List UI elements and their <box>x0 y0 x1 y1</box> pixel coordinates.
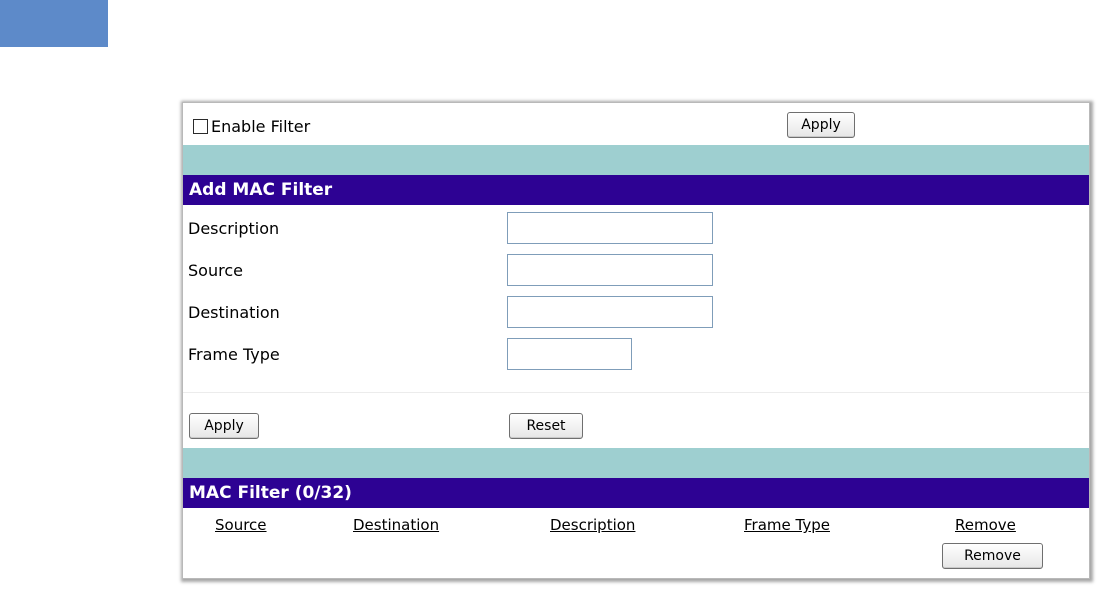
add-apply-button[interactable]: Apply <box>189 413 259 439</box>
column-description[interactable]: Description <box>550 516 635 534</box>
mac-filter-panel: Enable Filter Apply Add MAC Filter Descr… <box>182 102 1090 579</box>
enable-apply-button[interactable]: Apply <box>787 112 855 138</box>
column-source[interactable]: Source <box>215 516 267 534</box>
mac-filter-list-header: MAC Filter (0/32) <box>183 478 1089 508</box>
column-destination[interactable]: Destination <box>353 516 439 534</box>
source-label: Source <box>188 261 243 280</box>
separator-bar <box>183 145 1089 175</box>
frame-type-label: Frame Type <box>188 345 280 364</box>
destination-label: Destination <box>188 303 280 322</box>
enable-filter-label: Enable Filter <box>211 117 311 136</box>
enable-filter-row: Enable Filter Apply <box>183 103 1089 145</box>
remove-button[interactable]: Remove <box>942 543 1043 569</box>
enable-filter-checkbox[interactable] <box>193 119 208 134</box>
source-input[interactable] <box>507 254 713 286</box>
corner-tab <box>0 0 108 47</box>
add-mac-filter-header: Add MAC Filter <box>183 175 1089 205</box>
separator-bar-2 <box>183 448 1089 478</box>
description-label: Description <box>188 219 280 238</box>
reset-button[interactable]: Reset <box>509 413 583 439</box>
column-frame-type[interactable]: Frame Type <box>744 516 830 534</box>
column-remove[interactable]: Remove <box>955 516 1016 534</box>
frame-type-input[interactable] <box>507 338 632 370</box>
description-input[interactable] <box>507 212 713 244</box>
form-divider <box>183 392 1089 393</box>
destination-input[interactable] <box>507 296 713 328</box>
